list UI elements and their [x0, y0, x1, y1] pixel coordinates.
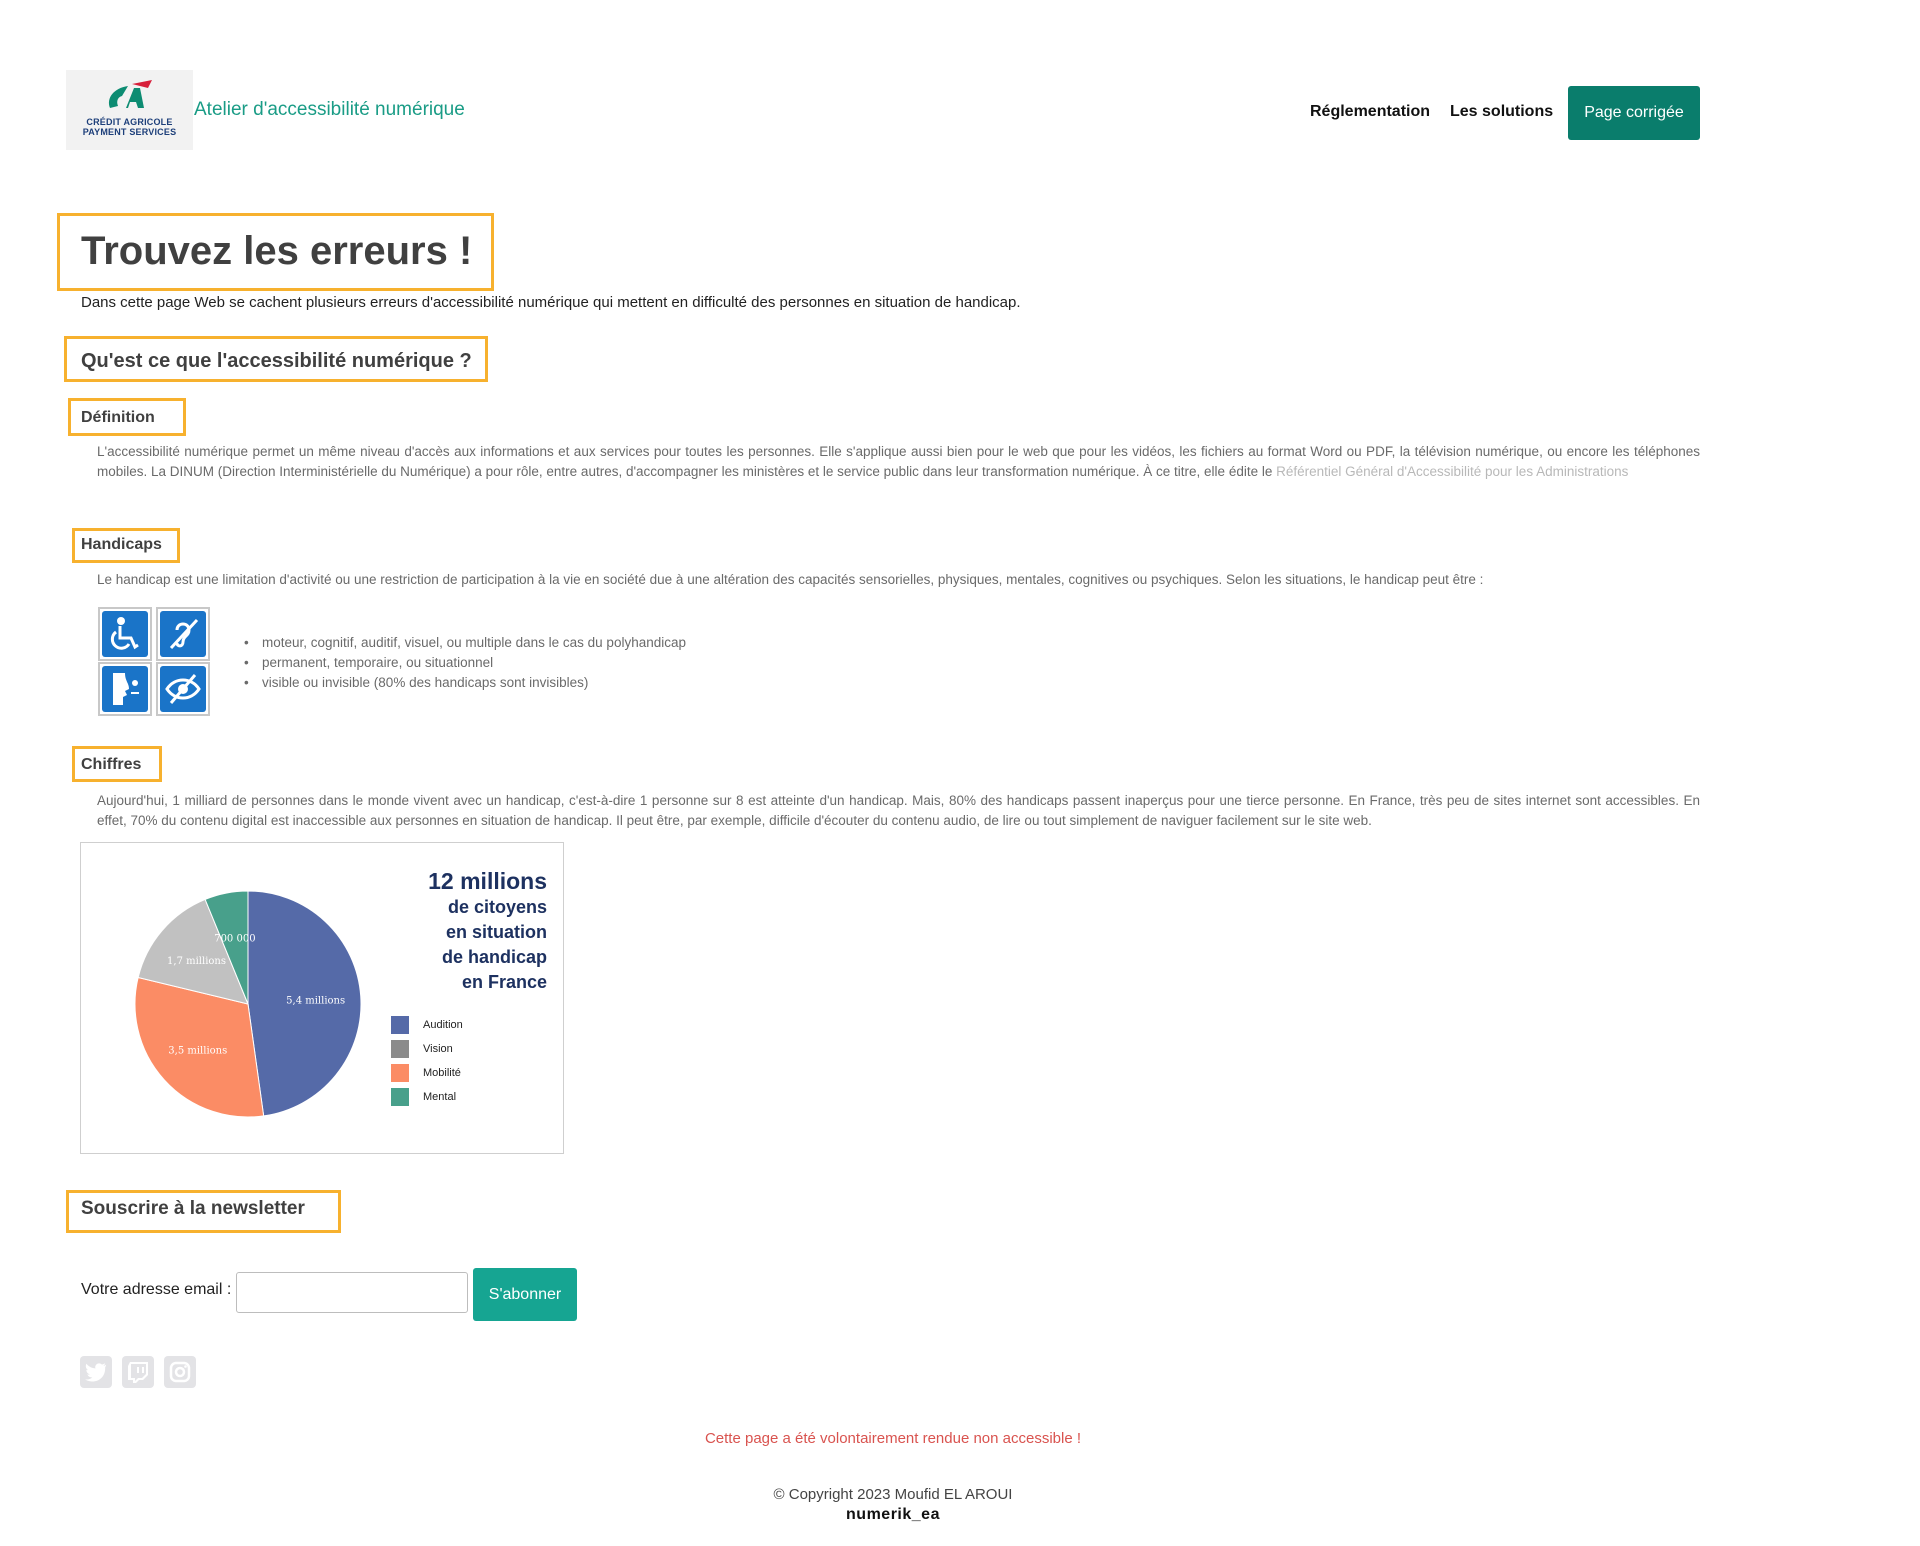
- chiffres-heading: Chiffres: [81, 756, 142, 773]
- legend-item-audition: Audition: [391, 1013, 463, 1037]
- nav-link-solutions[interactable]: Les solutions: [1450, 103, 1553, 121]
- chart-legend: Audition Vision Mobilité Mental: [391, 1013, 463, 1109]
- handicap-pie-chart: 5,4 millions 3,5 millions 1,7 millions 700 …: [80, 842, 564, 1154]
- legend-label: Mental: [423, 1091, 457, 1103]
- nav-link-reglementation[interactable]: Réglementation: [1310, 103, 1430, 121]
- handicap-type-list: moteur, cognitif, auditif, visuel, ou mu…: [244, 633, 686, 693]
- page-title: Trouvez les erreurs !: [81, 229, 473, 273]
- chart-title-line: de citoyens: [447, 897, 547, 917]
- wheelchair-icon: [98, 607, 152, 661]
- handicaps-text: Le handicap est une limitation d'activit…: [97, 572, 1484, 587]
- twitch-icon[interactable]: [122, 1356, 154, 1388]
- handicaps-heading: Handicaps: [81, 536, 162, 553]
- intro-text: Dans cette page Web se cachent plusieurs…: [81, 294, 1021, 311]
- list-item: moteur, cognitif, auditif, visuel, ou mu…: [244, 633, 686, 653]
- instagram-icon[interactable]: [164, 1356, 196, 1388]
- corrected-page-button[interactable]: Page corrigée: [1568, 86, 1700, 140]
- twitter-icon[interactable]: [80, 1356, 112, 1388]
- pie-label-audition: 5,4 millions: [286, 995, 345, 1006]
- legend-swatch: [391, 1016, 409, 1034]
- pie-label-mental: 700 000: [214, 933, 255, 944]
- definition-text: L'accessibilité numérique permet un même…: [97, 442, 1700, 482]
- footer-brand-logo: numerik_ea: [846, 1506, 940, 1523]
- copyright-text: © Copyright 2023 Moufid EL AROUI: [773, 1486, 1013, 1503]
- legend-swatch: [391, 1088, 409, 1106]
- definition-heading: Définition: [81, 409, 155, 426]
- inaccessible-warning: Cette page a été volontairement rendue n…: [704, 1430, 1082, 1447]
- rgaa-link[interactable]: Référentiel Général d'Accessibilité pour…: [1276, 464, 1628, 479]
- pie-label-mobilité: 3,5 millions: [168, 1046, 227, 1057]
- site-title[interactable]: Atelier d'accessibilité numérique: [194, 99, 465, 121]
- chart-title-big: 12 millions: [428, 868, 547, 894]
- list-item: permanent, temporaire, ou situationnel: [244, 653, 686, 673]
- section-title: Qu'est ce que l'accessibilité numérique …: [81, 350, 472, 372]
- ca-logo-icon: [108, 80, 152, 108]
- logo-text-line2: PAYMENT SERVICES: [82, 127, 177, 137]
- legend-label: Audition: [423, 1019, 463, 1031]
- pie-label-vision: 1,7 millions: [167, 956, 226, 967]
- hearing-icon: [156, 607, 210, 661]
- mental-icon: [98, 662, 152, 716]
- chart-title-line: de handicap: [441, 947, 547, 967]
- chart-title-line: en situation: [445, 922, 547, 942]
- legend-swatch: [391, 1040, 409, 1058]
- legend-label: Vision: [423, 1043, 453, 1055]
- legend-item-mobilité: Mobilité: [391, 1061, 463, 1085]
- chart-title: 12 millions de citoyens en situation de …: [347, 867, 547, 995]
- vision-icon: [156, 662, 210, 716]
- email-label: Votre adresse email :: [81, 1281, 232, 1298]
- brand-logo[interactable]: CRÉDIT AGRICOLE PAYMENT SERVICES: [66, 70, 193, 150]
- chart-title-line: en France: [461, 972, 547, 992]
- legend-item-vision: Vision: [391, 1037, 463, 1061]
- chiffres-text: Aujourd'hui, 1 milliard de personnes dan…: [97, 793, 1700, 828]
- subscribe-button[interactable]: S'abonner: [473, 1268, 577, 1321]
- legend-item-mental: Mental: [391, 1085, 463, 1109]
- legend-label: Mobilité: [423, 1067, 461, 1079]
- legend-swatch: [391, 1064, 409, 1082]
- logo-text-line1: CRÉDIT AGRICOLE: [86, 117, 173, 127]
- email-input[interactable]: [236, 1272, 468, 1313]
- newsletter-heading: Souscrire à la newsletter: [81, 1198, 305, 1219]
- list-item: visible ou invisible (80% des handicaps …: [244, 673, 686, 693]
